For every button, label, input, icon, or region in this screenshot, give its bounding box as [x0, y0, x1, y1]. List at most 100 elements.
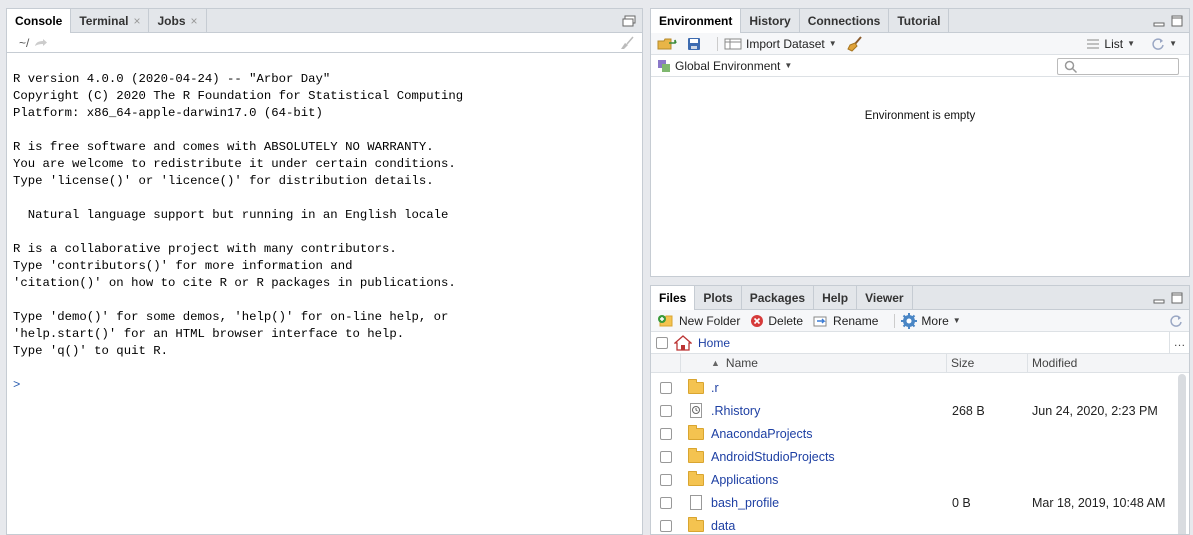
restore-icon[interactable] [622, 15, 636, 27]
file-checkbox-cell [651, 473, 681, 486]
file-name-cell: data [711, 519, 947, 533]
header-name-label: Name [725, 356, 758, 370]
rename-icon [813, 316, 827, 326]
header-name[interactable]: ▲ Name [681, 354, 947, 372]
import-dataset-button[interactable]: Import Dataset ▼ [724, 37, 837, 51]
tab-jobs-label: Jobs [157, 13, 186, 28]
file-checkbox[interactable] [660, 427, 672, 440]
console-pane: Console Terminal × Jobs × ~/ R version 4.0… [6, 8, 643, 535]
file-checkbox[interactable] [660, 450, 672, 463]
search-icon [1064, 60, 1078, 74]
file-name-cell: .Rhistory [711, 404, 947, 418]
maximize-icon[interactable] [1171, 292, 1183, 304]
file-checkbox[interactable] [660, 496, 672, 509]
tab-connections[interactable]: Connections [800, 9, 890, 32]
console-output[interactable]: R version 4.0.0 (2020-04-24) -- "Arbor D… [7, 53, 642, 394]
load-workspace-icon[interactable] [657, 37, 677, 51]
file-row[interactable]: .Rhistory 268 B Jun 24, 2020, 2:23 PM [651, 399, 1189, 422]
console-line: Copyright (C) 2020 The R Foundation for … [13, 89, 464, 103]
folder-icon [688, 378, 704, 394]
file-row[interactable]: AndroidStudioProjects [651, 445, 1189, 468]
file-row[interactable]: bash_profile 0 B Mar 18, 2019, 10:48 AM [651, 491, 1189, 514]
tab-tutorial[interactable]: Tutorial [889, 9, 950, 32]
tab-plots[interactable]: Plots [695, 286, 742, 309]
header-modified[interactable]: Modified [1028, 354, 1189, 372]
tab-connections-label: Connections [807, 13, 881, 28]
save-workspace-icon[interactable] [687, 37, 701, 51]
files-scrollbar[interactable] [1178, 374, 1186, 534]
sort-ascending-icon: ▲ [711, 358, 720, 368]
minimize-icon[interactable] [1153, 15, 1165, 27]
tab-terminal[interactable]: Terminal × [71, 9, 150, 32]
file-row[interactable]: Applications [651, 468, 1189, 491]
delete-button[interactable]: Delete [750, 314, 803, 328]
chevron-down-icon: ▼ [1169, 39, 1177, 48]
file-name-link[interactable]: .Rhistory [711, 404, 760, 418]
go-to-directory-icon[interactable] [34, 38, 48, 48]
list-view-button[interactable]: List ▼ [1086, 37, 1135, 51]
select-all-checkbox[interactable] [656, 336, 668, 349]
refresh-button[interactable]: ▼ [1151, 37, 1177, 51]
file-name-link[interactable]: .r [711, 381, 719, 395]
file-name-link[interactable]: AnacondaProjects [711, 427, 812, 441]
tab-help[interactable]: Help [814, 286, 858, 309]
file-checkbox[interactable] [660, 473, 672, 486]
environment-toolbar: Import Dataset ▼ List ▼ ▼ [651, 33, 1189, 55]
tab-files[interactable]: Files [651, 286, 696, 310]
tab-environment[interactable]: Environment [651, 9, 742, 33]
gear-icon [901, 312, 918, 329]
file-name-link[interactable]: Applications [711, 473, 778, 487]
environment-search-input[interactable] [1057, 58, 1179, 75]
list-view-label: List [1104, 36, 1124, 51]
more-button[interactable]: More ▼ [901, 312, 961, 329]
window-controls [622, 15, 636, 27]
file-name-cell: AnacondaProjects [711, 427, 947, 441]
tab-jobs[interactable]: Jobs × [149, 9, 207, 32]
console-tabbar: Console Terminal × Jobs × [7, 9, 642, 33]
file-checkbox-cell [651, 519, 681, 532]
close-icon[interactable]: × [191, 14, 198, 28]
file-checkbox[interactable] [660, 404, 672, 417]
tab-viewer[interactable]: Viewer [857, 286, 913, 309]
environment-pane: Environment History Connections Tutorial… [650, 8, 1190, 277]
rename-button[interactable]: Rename [813, 314, 878, 328]
header-size[interactable]: Size [947, 354, 1028, 372]
tab-tutorial-label: Tutorial [897, 13, 941, 28]
breadcrumb: Home … [651, 332, 1189, 354]
file-list: .r .Rhistory 268 B Jun 24, 2020, 2:23 PM Ana… [651, 373, 1189, 534]
files-tabbar: Files Plots Packages Help Viewer [651, 286, 1189, 310]
new-folder-label: New Folder [679, 313, 741, 328]
home-icon[interactable] [674, 334, 692, 351]
file-row[interactable]: data [651, 514, 1189, 534]
global-environment-dropdown[interactable]: Global Environment ▼ [657, 59, 792, 73]
console-line: 'citation()' on how to cite R or R packa… [13, 276, 456, 290]
tab-history[interactable]: History [741, 9, 800, 32]
close-icon[interactable]: × [133, 14, 140, 28]
tab-packages[interactable]: Packages [742, 286, 815, 309]
console-prompt[interactable]: > [13, 377, 642, 394]
refresh-icon[interactable] [1169, 314, 1183, 328]
console-line: R is free software and comes with ABSOLU… [13, 140, 434, 154]
breadcrumb-home[interactable]: Home [698, 336, 730, 350]
go-to-directory-button[interactable]: … [1169, 332, 1189, 353]
maximize-icon[interactable] [1171, 15, 1183, 27]
console-line: R version 4.0.0 (2020-04-24) -- "Arbor D… [13, 72, 331, 86]
file-row[interactable]: AnacondaProjects [651, 422, 1189, 445]
file-name-link[interactable]: data [711, 519, 735, 533]
file-size: 268 B [952, 403, 985, 418]
tab-console[interactable]: Console [7, 9, 72, 33]
file-name-link[interactable]: bash_profile [711, 496, 779, 510]
minimize-icon[interactable] [1153, 292, 1165, 304]
chevron-down-icon: ▼ [952, 316, 961, 325]
chevron-down-icon: ▼ [784, 61, 793, 70]
file-checkbox[interactable] [660, 381, 672, 394]
file-name-link[interactable]: AndroidStudioProjects [711, 450, 835, 464]
clear-console-icon[interactable] [618, 36, 634, 50]
broom-icon[interactable] [846, 35, 863, 52]
console-path: ~/ [19, 35, 30, 50]
file-row[interactable]: .r [651, 376, 1189, 399]
file-checkbox[interactable] [660, 519, 672, 532]
console-line: 'help.start()' for an HTML browser inter… [13, 327, 405, 341]
new-folder-button[interactable]: New Folder [657, 314, 740, 328]
